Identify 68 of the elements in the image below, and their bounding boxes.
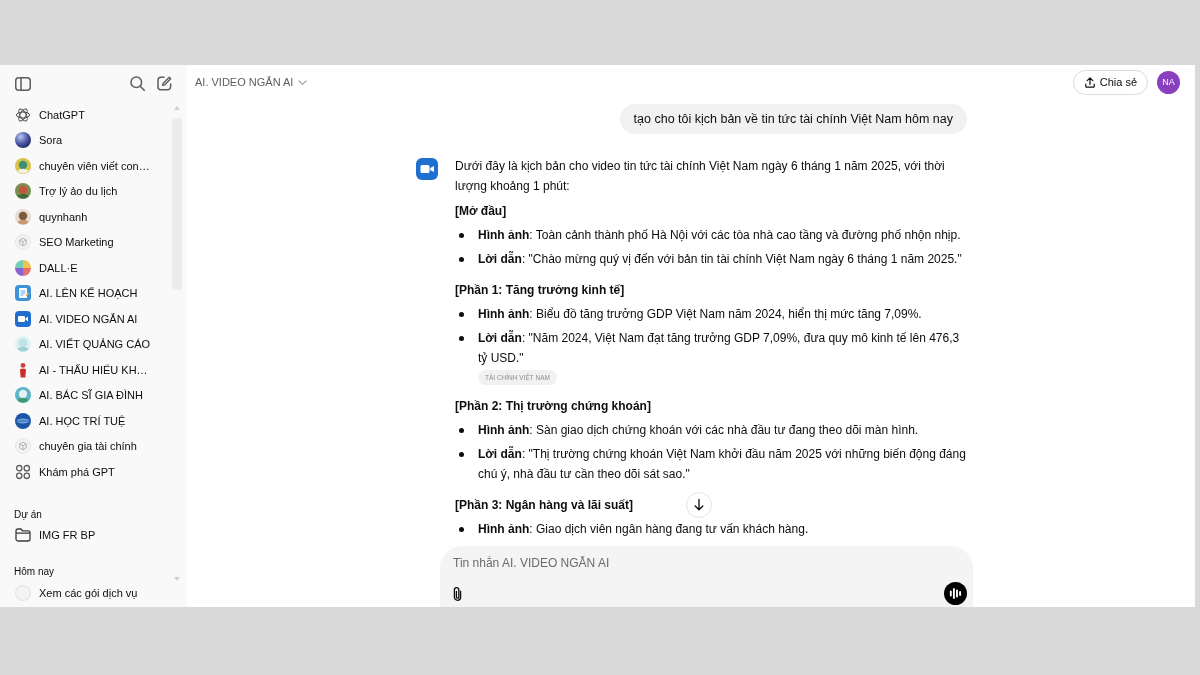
- bullet-text: Lời dẫn: "Thị trường chứng khoán Việt Nam khởi đầu năm 2025 với những biến động đáng chú ý, nhà đầu tư cần theo dõi sát sao.": [478, 445, 967, 483]
- avatar-icon: [15, 336, 31, 353]
- pencil-icon[interactable]: [157, 76, 172, 91]
- message-input[interactable]: Tin nhắn AI. VIDEO NGẮN AI: [452, 555, 832, 571]
- chevron-down-icon: [298, 80, 308, 85]
- sidebar-item[interactable]: ChatGPT: [0, 102, 170, 128]
- color-wheel-icon: [15, 259, 31, 276]
- section-label: Dự án: [14, 507, 42, 522]
- bullet-text: Hình ảnh: Biểu đồ tăng trưởng GDP Việt Nam năm 2024, hiển thị mức tăng 7,09%.: [478, 306, 922, 323]
- sidebar-item[interactable]: AI. BÁC SĨ GIA ĐÌNH: [0, 382, 170, 408]
- sidebar-item[interactable]: SEO Marketing: [0, 229, 170, 255]
- section-heading: [Phần 3: Ngân hàng và lãi suất]: [455, 497, 634, 514]
- notepad-icon: [15, 285, 31, 302]
- scroll-down-icon[interactable]: [686, 492, 712, 518]
- waveform-icon[interactable]: [944, 582, 967, 605]
- model-menu-button[interactable]: AI. VIDEO NGẮN AI: [195, 72, 308, 93]
- cube-icon: [15, 438, 31, 455]
- user-message-bubble: tạo cho tôi kịch bản về tin tức tài chính Việt Nam hôm nay: [619, 104, 967, 134]
- video-camera-icon: [15, 310, 31, 327]
- sidebar-item[interactable]: quynhanh: [0, 204, 170, 230]
- sphere-icon: [15, 132, 31, 149]
- sidebar-item[interactable]: Sora: [0, 127, 170, 153]
- folder-icon: [15, 528, 31, 543]
- sidebar-item[interactable]: IMG FR BP: [0, 522, 170, 548]
- sidebar-item[interactable]: chuyên viên viết con…: [0, 153, 170, 179]
- section-label: Hôm nay: [14, 565, 54, 579]
- avatar-icon: [15, 208, 31, 225]
- account-avatar[interactable]: NA: [1157, 71, 1180, 94]
- bullet-text: Hình ảnh: Toàn cảnh thành phố Hà Nội với các tòa nhà cao tầng và đường phố nhộn nhịp.: [478, 227, 961, 244]
- avatar-icon: [15, 412, 31, 429]
- bullet-text: Lời dẫn: "Năm 2024, Việt Nam đạt tăng trưởng GDP 7,09%, đưa quy mô kinh tế lên 476,3 tỷ USD.": [478, 329, 961, 367]
- bullet-icon: [459, 232, 464, 238]
- bullet-text: Hình ảnh: Giao dịch viên ngân hàng đang tư vấn khách hàng.: [478, 521, 809, 538]
- avatar-icon: [15, 157, 31, 174]
- section-heading: [Phần 1: Tăng trưởng kinh tế]: [455, 282, 625, 299]
- sidebar-item[interactable]: Xem các gói dịch vụ: [0, 580, 170, 606]
- sidebar-item[interactable]: AI. LÊN KẾ HOẠCH: [0, 280, 170, 306]
- sidebar-item[interactable]: Khám phá GPT: [0, 459, 170, 485]
- bullet-text: Lời dẫn: "Chào mừng quý vị đến với bản tin tài chính Việt Nam ngày 6 tháng 1 năm 2025.": [478, 250, 962, 268]
- sidebar-item[interactable]: AI. VIDEO NGẮN AI: [0, 306, 170, 332]
- cube-icon: [15, 234, 31, 251]
- bullet-icon: [459, 526, 464, 532]
- sidebar-item[interactable]: AI - THẤU HIỂU KH…: [0, 357, 170, 383]
- grid-icon: [15, 463, 31, 480]
- bullet-icon: [459, 451, 464, 457]
- panel-icon[interactable]: [15, 76, 31, 91]
- sidebar-item[interactable]: Trợ lý ảo du lịch: [0, 178, 170, 204]
- atom-icon: [15, 106, 31, 123]
- bullet-text: Hình ảnh: Sàn giao dịch chứng khoán với các nhà đầu tư đang theo dõi màn hình.: [478, 422, 919, 439]
- message-text: Dưới đây là kịch bản cho video tin tức tài chính Việt Nam ngày 6 tháng 1 năm 2025, với thời lượng khoảng 1 phút:: [455, 158, 946, 195]
- section-heading: [Mở đầu]: [455, 203, 507, 220]
- upload-icon: [1084, 77, 1095, 88]
- avatar-icon: [15, 183, 31, 200]
- bullet-icon: [459, 335, 464, 341]
- bullet-icon: [459, 311, 464, 317]
- sidebar-item[interactable]: AI. VIẾT QUẢNG CÁO: [0, 331, 170, 357]
- section-heading: [Phần 2: Thị trường chứng khoán]: [455, 398, 651, 415]
- bullet-icon: [459, 256, 464, 262]
- search-icon[interactable]: [130, 76, 145, 91]
- ring-icon: [15, 584, 31, 601]
- sidebar-item[interactable]: DALL·E: [0, 255, 170, 281]
- sidebar-item[interactable]: chuyên gia tài chính: [0, 433, 170, 459]
- sidebar-item[interactable]: AI. HỌC TRÍ TUỆ: [0, 408, 170, 434]
- share-button[interactable]: Chia sẻ: [1072, 70, 1148, 95]
- avatar-icon: [15, 387, 31, 404]
- bullet-icon: [459, 427, 464, 433]
- video-camera-icon: [416, 158, 438, 180]
- paperclip-icon[interactable]: [452, 585, 463, 602]
